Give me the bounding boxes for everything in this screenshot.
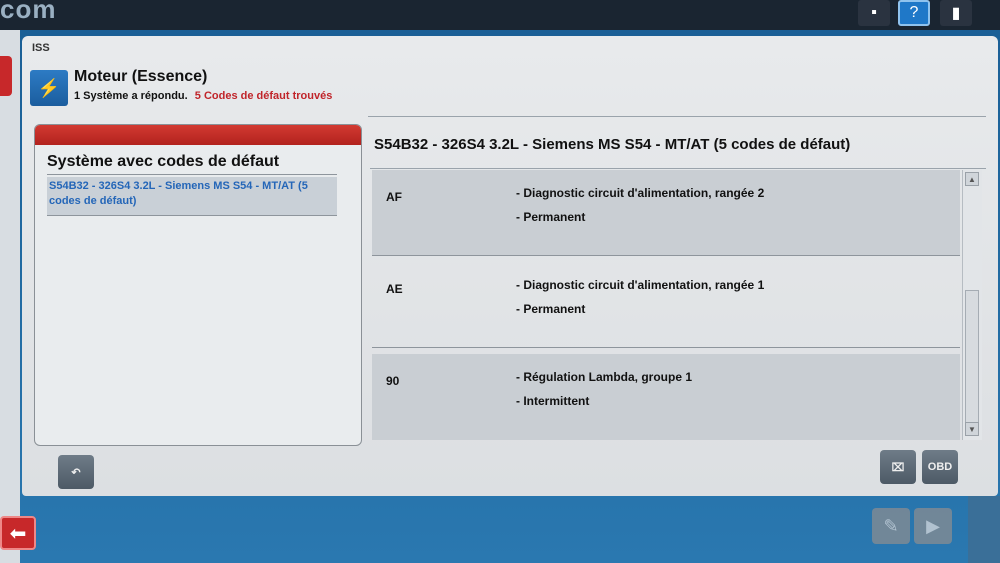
top-app-bar: com ▪ ? ▮ bbox=[0, 0, 1000, 30]
divider bbox=[372, 255, 960, 256]
codes-found-text: 5 Codes de défaut trouvés bbox=[194, 90, 333, 102]
clear-codes-button[interactable]: ⌧ bbox=[880, 450, 916, 484]
fault-code-type: - Permanent bbox=[516, 210, 586, 224]
divider bbox=[47, 215, 337, 216]
scrollbar[interactable]: ▲ ▼ bbox=[962, 170, 982, 440]
return-button[interactable]: ↶ bbox=[58, 455, 94, 489]
window-tab-label: ISS bbox=[32, 42, 50, 54]
brand-logo: com bbox=[0, 0, 57, 24]
fault-code-id: AE bbox=[386, 282, 403, 296]
fault-code-type: - Permanent bbox=[516, 302, 586, 316]
back-button[interactable]: ⬅ bbox=[0, 516, 36, 550]
return-arrow-icon: ↶ bbox=[71, 466, 81, 479]
window-tab[interactable] bbox=[22, 38, 212, 60]
status-line: 1 Système a répondu. 5 Codes de défaut t… bbox=[74, 90, 332, 102]
fault-code-description: - Diagnostic circuit d'alimentation, ran… bbox=[516, 278, 765, 292]
status-text: 1 Système a répondu. bbox=[74, 90, 188, 102]
fault-code-id: AF bbox=[386, 190, 402, 204]
fault-codes-list: AF - Diagnostic circuit d'alimentation, … bbox=[372, 170, 960, 440]
system-list-item[interactable]: S54B32 - 326S4 3.2L - Siemens MS S54 - M… bbox=[47, 177, 337, 215]
scroll-down-arrow-icon[interactable]: ▼ bbox=[965, 422, 979, 436]
vehicle-icon[interactable]: ▮ bbox=[940, 0, 972, 26]
scroll-up-arrow-icon[interactable]: ▲ bbox=[965, 172, 979, 186]
next-button[interactable]: ▶ bbox=[914, 508, 952, 544]
fault-code-row[interactable]: 90 - Régulation Lambda, groupe 1 - Inter… bbox=[372, 354, 960, 440]
erase-codes-icon: ⌧ bbox=[891, 461, 905, 474]
divider bbox=[370, 168, 986, 169]
divider bbox=[368, 116, 986, 117]
fault-code-row[interactable]: AE - Diagnostic circuit d'alimentation, … bbox=[372, 262, 960, 348]
obd-button[interactable]: OBD bbox=[922, 450, 958, 484]
fault-code-type: - Intermittent bbox=[516, 394, 590, 408]
panel-header-bar bbox=[35, 125, 361, 145]
back-arrow-icon: ⬅ bbox=[9, 522, 27, 545]
footer-edit-button[interactable]: ✎ bbox=[872, 508, 910, 544]
footer-edge bbox=[968, 496, 1000, 563]
engine-fuel-icon: ⚡ bbox=[30, 70, 68, 106]
next-arrow-icon: ▶ bbox=[926, 515, 940, 536]
toolbar-icon[interactable]: ▪ bbox=[858, 0, 890, 26]
scroll-thumb[interactable] bbox=[965, 290, 979, 426]
left-edge-panel bbox=[0, 30, 20, 563]
divider bbox=[372, 347, 960, 348]
detail-title: S54B32 - 326S4 3.2L - Siemens MS S54 - M… bbox=[374, 136, 851, 153]
system-list-panel: Système avec codes de défaut S54B32 - 32… bbox=[34, 124, 362, 446]
fault-code-id: 90 bbox=[386, 374, 400, 388]
panel-title: Système avec codes de défaut bbox=[47, 153, 280, 170]
help-icon[interactable]: ? bbox=[898, 0, 930, 26]
fault-code-description: - Régulation Lambda, groupe 1 bbox=[516, 370, 693, 384]
side-tab[interactable] bbox=[0, 56, 12, 96]
page-title: Moteur (Essence) bbox=[74, 68, 208, 85]
edit-icon: ✎ bbox=[883, 515, 899, 536]
fault-code-description: - Diagnostic circuit d'alimentation, ran… bbox=[516, 186, 765, 200]
fault-code-row[interactable]: AF - Diagnostic circuit d'alimentation, … bbox=[372, 170, 960, 256]
divider bbox=[47, 174, 337, 175]
